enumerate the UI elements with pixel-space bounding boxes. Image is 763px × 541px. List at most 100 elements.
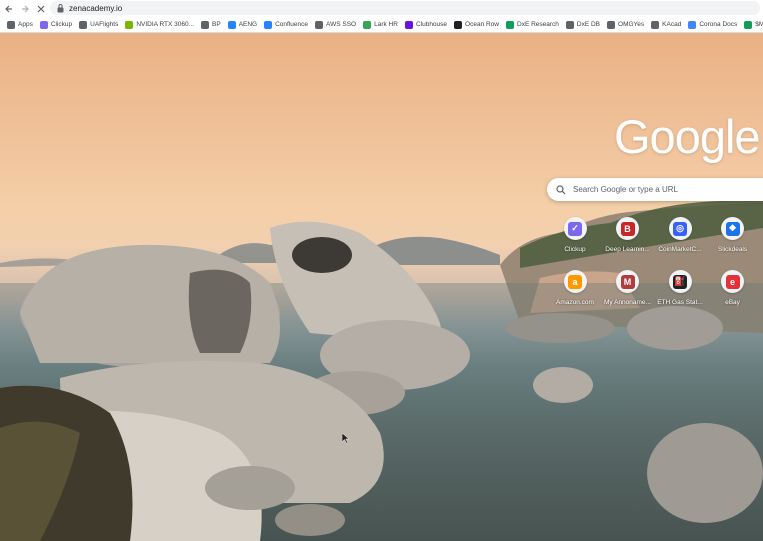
shortcut-tile[interactable]: ◎ CoinMarketC... — [653, 217, 707, 269]
bookmark-item[interactable]: BP — [201, 20, 221, 29]
shortcut-icon-circle: ⛽ — [668, 270, 692, 293]
notion-icon — [454, 20, 463, 29]
shortcut-label: Deep Learnin... — [605, 246, 650, 253]
bookmark-item[interactable]: NVIDIA RTX 3060... — [125, 20, 195, 29]
arrow-left-icon — [5, 5, 12, 12]
bookmark-item[interactable]: $Money — [744, 20, 763, 29]
shortcut-label: CoinMarketC... — [658, 246, 702, 253]
shortcut-label: eBay — [725, 299, 740, 306]
stop-loading-button[interactable] — [34, 2, 48, 16]
bookmarks-bar: Apps Clickup UAFlights NVIDIA RTX 3060... BP… — [0, 17, 763, 33]
coinmarketcap-icon: ◎ — [673, 221, 687, 236]
shortcut-label: Amazon.com — [556, 299, 594, 306]
bookmark-item[interactable]: UAFlights — [79, 20, 119, 29]
shortcut-label: My Annoname... — [604, 299, 651, 306]
nvidia-icon — [125, 20, 134, 29]
ebay-icon: e — [725, 274, 740, 289]
browser-toolbar: zenacademy.io — [0, 0, 763, 17]
address-bar[interactable]: zenacademy.io — [50, 1, 760, 15]
shortcut-icon-circle: M — [616, 270, 639, 293]
eth-gas-icon: ⛽ — [673, 274, 687, 289]
back-button[interactable] — [2, 2, 16, 16]
deep-learning-icon: B — [620, 221, 635, 236]
bookmark-item[interactable]: AENG — [227, 20, 258, 29]
bookmark-label: BP — [212, 21, 221, 28]
bookmark-label: $Money — [755, 21, 763, 28]
bookmark-item[interactable]: Clubhouse — [404, 20, 448, 29]
bookmark-item[interactable]: AWS SSO — [315, 20, 357, 29]
bookmark-label: Lark HR — [374, 21, 398, 28]
bookmark-item[interactable]: Corona Docs — [688, 20, 738, 29]
ntp-search-box[interactable] — [547, 178, 763, 201]
shortcut-tile[interactable]: e eBay — [706, 270, 760, 322]
bookmark-item[interactable]: Ocean Row — [454, 20, 499, 29]
shortcut-icon-circle: B — [616, 217, 639, 240]
bookmark-label: DxE DB — [576, 21, 601, 28]
shortcut-label: ETH Gas Stat... — [657, 299, 703, 306]
bookmark-label: AWS SSO — [326, 21, 357, 28]
google-logo: Google — [614, 110, 761, 163]
bookmark-label: Clubhouse — [415, 21, 448, 28]
shortcut-icon-circle: ◎ — [668, 217, 692, 240]
clickup-icon: ✓ — [568, 221, 582, 236]
shortcut-label: Clickup — [564, 246, 586, 253]
search-icon — [556, 184, 566, 194]
apps-grid-icon — [7, 20, 15, 29]
shortcut-icon-circle: a — [563, 270, 587, 293]
close-icon — [37, 5, 45, 12]
bookmark-label: Clickup — [50, 21, 73, 28]
bookmark-label: KAcad — [662, 21, 682, 28]
shortcut-icon-circle: ❖ — [721, 217, 744, 240]
clickup-icon — [39, 20, 48, 29]
bookmark-item[interactable]: KAcad — [651, 20, 682, 29]
lock-icon — [57, 4, 64, 13]
shortcut-tile[interactable]: ✓ Clickup — [548, 217, 602, 269]
dash-icon — [607, 20, 616, 29]
shortcut-tile[interactable]: B Deep Learnin... — [601, 217, 655, 269]
shortcut-tile[interactable]: ❖ Slickdeals — [706, 217, 760, 269]
globe-icon — [315, 20, 323, 29]
bookmark-label: OMGYes — [618, 21, 645, 28]
forward-button[interactable] — [18, 2, 32, 16]
confluence-icon — [264, 20, 273, 29]
bookmark-label: Ocean Row — [465, 21, 499, 28]
globe-icon — [79, 20, 88, 29]
bookmark-label: UAFlights — [90, 21, 119, 28]
shortcut-icon-circle: ✓ — [563, 217, 587, 240]
slickdeals-icon: ❖ — [725, 221, 740, 236]
shortcut-tile[interactable]: a Amazon.com — [548, 270, 602, 322]
lark-icon — [363, 20, 372, 29]
shortcut-icon-circle: e — [721, 270, 744, 293]
triangle-icon — [227, 20, 236, 29]
arrow-right-icon — [22, 5, 29, 12]
bookmark-label: AENG — [238, 21, 258, 28]
bookmark-item[interactable]: OMGYes — [607, 20, 645, 29]
bookmark-label: Corona Docs — [699, 21, 738, 28]
shortcut-tile[interactable]: M My Annoname... — [601, 270, 655, 322]
bookmark-label: NVIDIA RTX 3060... — [136, 21, 195, 28]
globe-icon — [201, 20, 210, 29]
mouse-cursor — [342, 433, 350, 444]
sheets-icon — [744, 20, 753, 29]
bookmark-label: Apps — [18, 21, 33, 28]
shortcut-tile[interactable]: ⛽ ETH Gas Stat... — [653, 270, 707, 322]
link-icon — [565, 20, 574, 29]
docs-icon — [688, 20, 697, 29]
bookmark-label: DxE Research — [517, 21, 559, 28]
shortcut-label: Slickdeals — [717, 246, 748, 253]
sheets-icon — [506, 20, 514, 29]
bookmark-label: Confluence — [275, 21, 308, 28]
search-input[interactable] — [573, 185, 753, 194]
address-url: zenacademy.io — [69, 3, 123, 13]
bookmark-item[interactable]: Apps — [7, 20, 33, 29]
clubhouse-icon — [404, 20, 413, 29]
bookmark-item[interactable]: Clickup — [39, 20, 73, 29]
bookmark-item[interactable]: DxE Research — [506, 20, 559, 29]
bookmark-item[interactable]: DxE DB — [565, 20, 601, 29]
new-tab-page: Google ✓ Clickup B Deep Learnin... ◎ CoinMark… — [0, 33, 763, 541]
globe-icon — [651, 20, 660, 29]
amazon-icon: a — [568, 274, 582, 289]
bookmark-item[interactable]: Lark HR — [363, 20, 398, 29]
my-annoname-icon: M — [620, 274, 635, 289]
bookmark-item[interactable]: Confluence — [264, 20, 308, 29]
